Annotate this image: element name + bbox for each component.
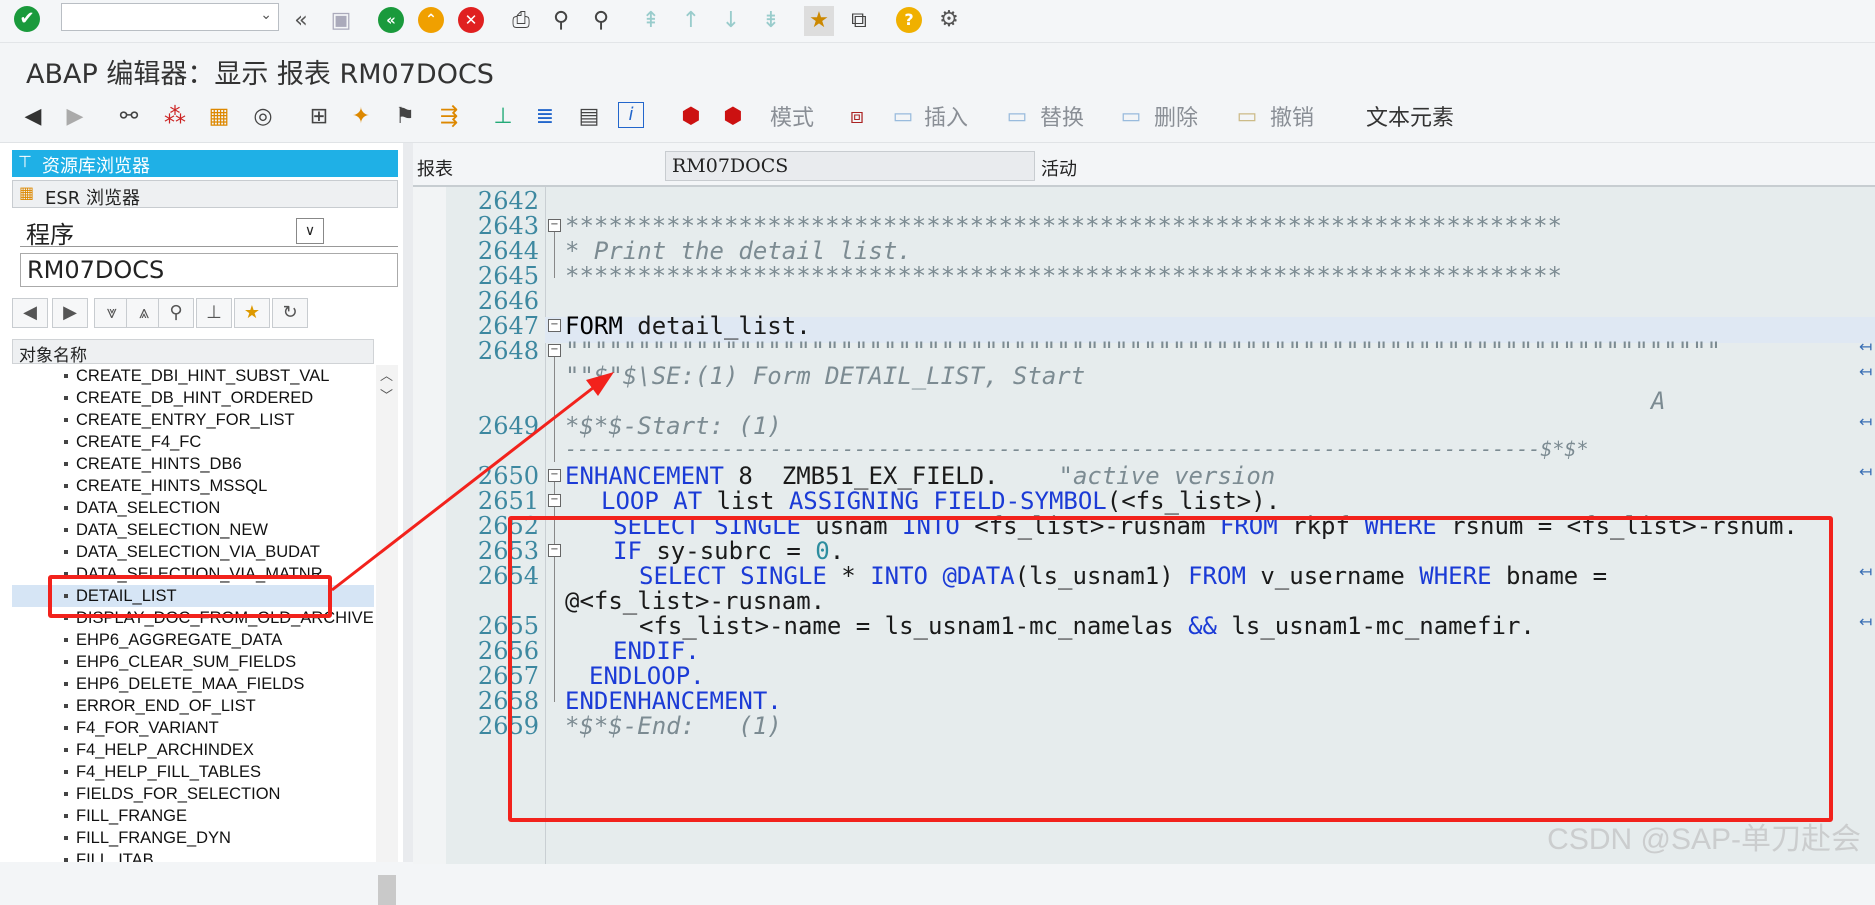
annotation-arrow-head [586,372,614,396]
scrollbar-thumb[interactable] [378,875,396,905]
annotation-arrow-line [331,382,599,592]
annotation-arrow [331,372,614,592]
